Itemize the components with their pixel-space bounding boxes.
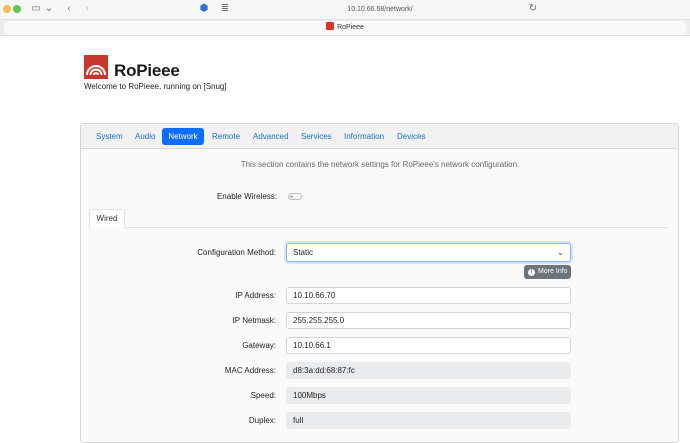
mac-address-field: d8:3a:dd:68:87:fc: [286, 362, 571, 379]
ip-address-label: IP Address:: [235, 291, 276, 300]
enable-wireless-toggle[interactable]: [288, 193, 302, 200]
nav-bar: System Audio Network Remote Advanced Ser…: [81, 124, 678, 149]
zoom-window-button[interactable]: [13, 5, 21, 13]
gateway-input[interactable]: 10.10.66.1: [286, 337, 571, 354]
speed-label: Speed:: [250, 391, 276, 400]
ropieee-logo-icon: [84, 55, 108, 79]
tab-wired[interactable]: Wired: [89, 209, 125, 228]
browser-tab[interactable]: RoPieee: [4, 21, 686, 35]
ip-address-input[interactable]: 10.10.66.70: [286, 287, 571, 304]
more-info-label: More Info: [538, 268, 568, 275]
ip-netmask-input[interactable]: 255.255.255.0: [286, 312, 571, 329]
speed-field: 100Mbps: [286, 387, 571, 404]
favicon-icon: [326, 22, 335, 30]
tab-strip: RoPieee: [0, 20, 690, 36]
duplex-field: full: [286, 412, 571, 429]
nav-devices[interactable]: Devices: [391, 128, 431, 145]
config-method-label: Configuration Method:: [197, 248, 276, 257]
more-info-button[interactable]: i More Info: [524, 265, 571, 279]
nav-services[interactable]: Services: [295, 128, 338, 145]
minimize-window-button[interactable]: [3, 5, 11, 13]
reload-icon[interactable]: ↻: [528, 2, 538, 16]
back-icon[interactable]: ‹: [64, 2, 74, 16]
brand-name: RoPieee: [114, 61, 180, 80]
nav-system[interactable]: System: [90, 128, 129, 145]
reader-icon[interactable]: ≣: [220, 2, 230, 16]
address-bar[interactable]: 10.10.66.68/network/: [270, 4, 490, 15]
tab-title: RoPieee: [337, 24, 364, 31]
section-intro: This section contains the network settin…: [240, 160, 520, 169]
welcome-text: Welcome to RoPieee, running on [Snug]: [84, 82, 227, 91]
ip-netmask-label: IP Netmask:: [232, 316, 276, 325]
chevron-down-icon: ⌄: [557, 248, 564, 257]
info-icon: i: [528, 269, 535, 276]
gateway-label: Gateway:: [242, 341, 276, 350]
forward-icon[interactable]: ›: [82, 2, 92, 16]
subtab-divider: [89, 227, 668, 228]
nav-information[interactable]: Information: [338, 128, 390, 145]
shield-icon[interactable]: ⬢: [198, 2, 210, 16]
duplex-label: Duplex:: [248, 416, 276, 425]
sidebar-icon[interactable]: ▭: [30, 2, 42, 16]
chevron-down-icon[interactable]: ⌄: [44, 2, 54, 16]
nav-remote[interactable]: Remote: [206, 128, 246, 145]
enable-wireless-label: Enable Wireless:: [216, 192, 277, 201]
mac-address-label: MAC Address:: [224, 366, 276, 375]
browser-toolbar: ▭ ⌄ ‹ › ⬢ ≣ 10.10.66.68/network/ ↻: [0, 0, 690, 20]
nav-audio[interactable]: Audio: [129, 128, 161, 145]
nav-advanced[interactable]: Advanced: [247, 128, 295, 145]
nav-network[interactable]: Network: [162, 128, 204, 145]
config-method-select[interactable]: Static ⌄: [286, 243, 571, 262]
config-method-value: Static: [293, 248, 314, 257]
